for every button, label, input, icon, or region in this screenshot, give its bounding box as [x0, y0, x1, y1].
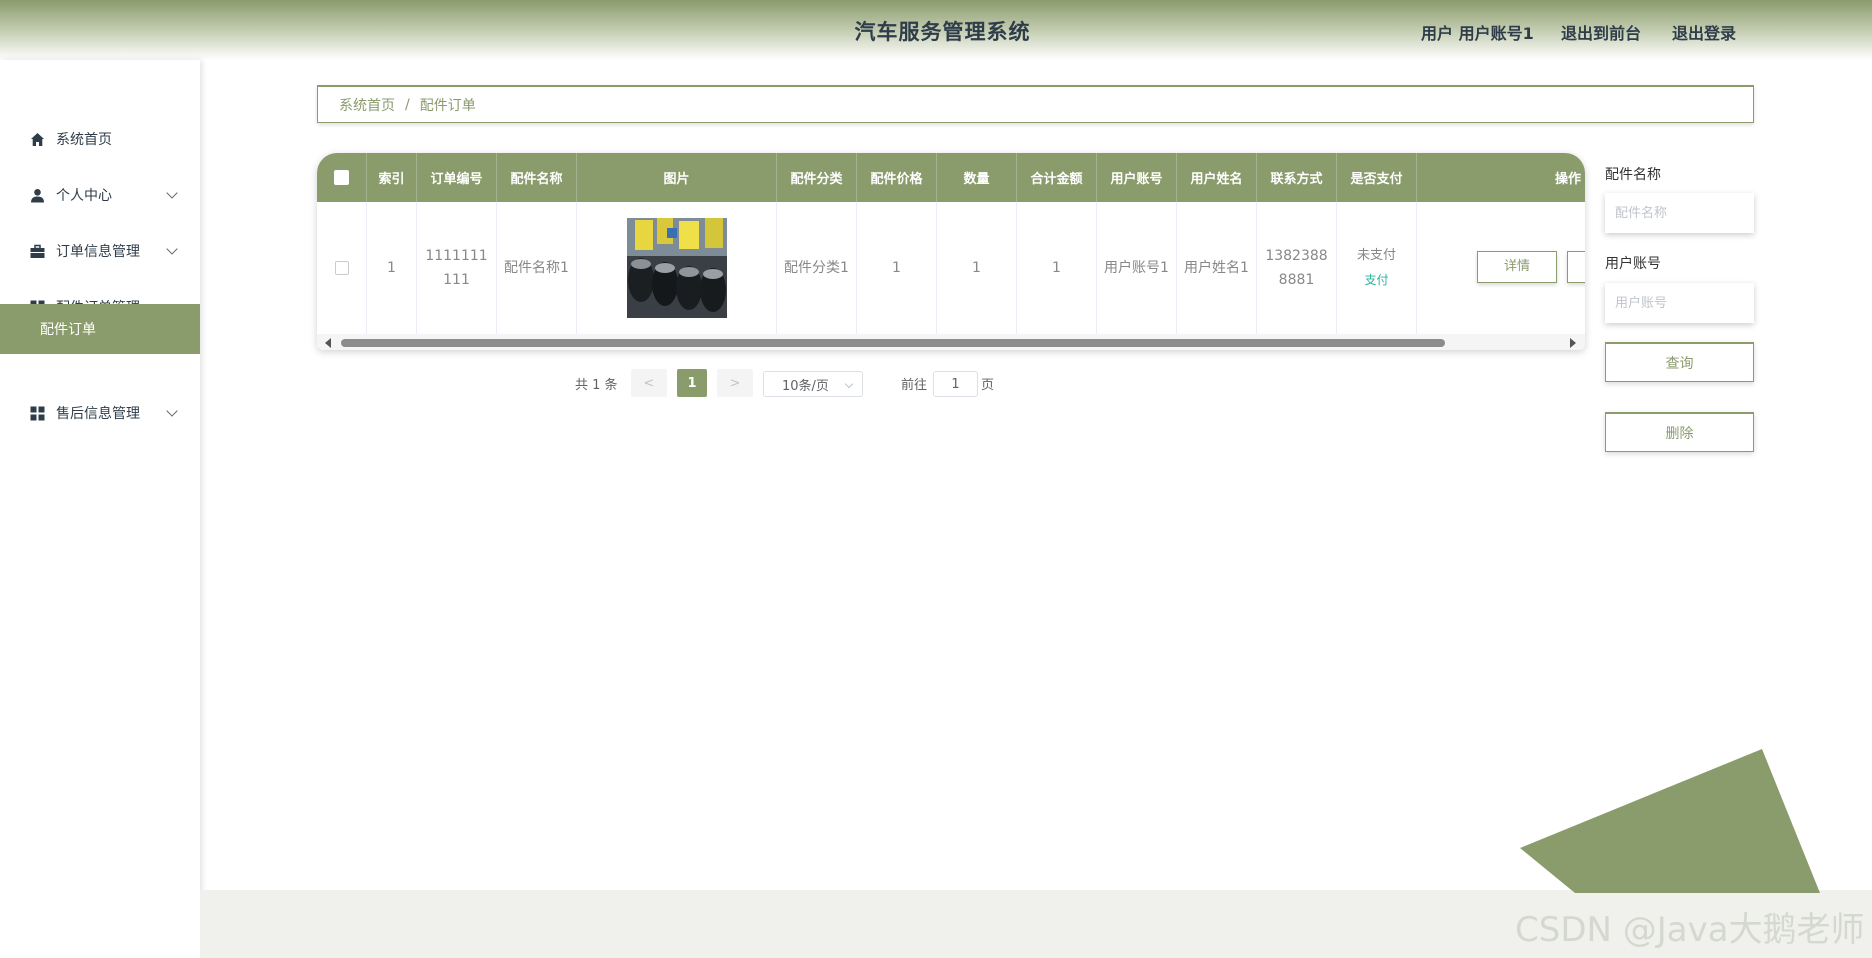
- cell-total: 1: [1017, 202, 1097, 334]
- column-header: 用户姓名: [1177, 153, 1257, 202]
- sidebar-item-label: 订单信息管理: [56, 244, 140, 260]
- column-header: 图片: [577, 153, 777, 202]
- sidebar-item-label: 售后信息管理: [56, 406, 140, 422]
- user-icon: [30, 188, 45, 203]
- exit-to-front-link[interactable]: 退出到前台: [1561, 20, 1641, 44]
- column-header: 用户账号: [1097, 153, 1177, 202]
- account-label: 用户账号: [1605, 256, 1661, 272]
- chevron-down-icon: [166, 405, 178, 417]
- column-header: 配件名称: [497, 153, 577, 202]
- sidebar-item-parts-order[interactable]: 配件订单: [0, 304, 200, 354]
- part-name-input[interactable]: [1605, 193, 1754, 233]
- cell-index: 1: [367, 202, 417, 334]
- cell-order-no: 1111111111: [417, 202, 497, 334]
- cell-quantity: 1: [937, 202, 1017, 334]
- sidebar-item-after-sales-management[interactable]: 售后信息管理: [0, 385, 200, 441]
- row-checkbox[interactable]: [334, 261, 349, 275]
- table-row: 1 1111111111 配件名称1 配件分类1 1 1 1 用户账号1 用户姓…: [317, 202, 1585, 334]
- column-header: 联系方式: [1257, 153, 1337, 202]
- decorative-shape: [1520, 749, 1820, 893]
- delete-button[interactable]: 删除: [1605, 412, 1754, 452]
- column-header: 订单编号: [417, 153, 497, 202]
- page-number-button[interactable]: 1: [677, 369, 707, 397]
- breadcrumb-home[interactable]: 系统首页: [339, 95, 395, 115]
- scroll-right-icon[interactable]: [1570, 338, 1576, 348]
- page-size-select[interactable]: 10条/页: [763, 371, 863, 397]
- sidebar-item-label: 系统首页: [56, 132, 112, 148]
- action-button-clipped[interactable]: [1567, 251, 1585, 283]
- column-header: 操作: [1554, 172, 1581, 187]
- home-icon: [30, 132, 45, 147]
- watermark: CSDN @Java大鹅老师: [1515, 910, 1865, 950]
- cell-part-name: 配件名称1: [497, 202, 577, 334]
- cell-category: 配件分类1: [777, 202, 857, 334]
- scroll-thumb[interactable]: [341, 339, 1445, 347]
- next-page-button[interactable]: >: [717, 369, 753, 397]
- data-table: 索引 订单编号 配件名称 图片 配件分类 配件价格 数量 合计金额 用户账号 用…: [317, 153, 1585, 350]
- top-header: 汽车服务管理系统 用户 用户账号1 退出到前台 退出登录: [0, 0, 1872, 60]
- column-header: 索引: [367, 153, 417, 202]
- column-header: 是否支付: [1337, 153, 1417, 202]
- sidebar: 系统首页 个人中心 订单信息管理 配件订单管理 配件订单 售后信息管理: [0, 60, 200, 958]
- user-account-link[interactable]: 用户 用户账号1: [1421, 20, 1534, 44]
- breadcrumb-separator: /: [405, 96, 410, 113]
- breadcrumb-current: 配件订单: [419, 97, 476, 114]
- account-input[interactable]: [1605, 283, 1754, 323]
- part-photo: [626, 218, 727, 318]
- sidebar-item-home[interactable]: 系统首页: [0, 111, 200, 167]
- chevron-down-icon: [166, 243, 178, 255]
- prev-page-button[interactable]: <: [631, 369, 667, 397]
- table-header: 索引 订单编号 配件名称 图片 配件分类 配件价格 数量 合计金额 用户账号 用…: [317, 153, 1585, 202]
- briefcase-icon: [30, 244, 45, 259]
- page-size-value: 10条/页: [782, 378, 829, 394]
- paid-status-text: 未支付: [1356, 248, 1396, 263]
- query-button[interactable]: 查询: [1605, 342, 1754, 382]
- select-all-cell: [317, 153, 367, 202]
- column-header: 配件分类: [777, 153, 857, 202]
- sidebar-item-label: 个人中心: [56, 188, 112, 204]
- cell-paid-status: 未支付 支付: [1337, 202, 1417, 334]
- cell-phone: 13823888881: [1257, 202, 1337, 334]
- goto-label: 前往: [901, 377, 928, 393]
- page-unit-label: 页: [981, 377, 995, 393]
- pagination-total: 共 1 条: [575, 377, 618, 393]
- column-header: 数量: [937, 153, 1017, 202]
- column-header: 配件价格: [857, 153, 937, 202]
- pay-link[interactable]: 支付: [1364, 268, 1388, 292]
- select-all-checkbox[interactable]: [334, 170, 349, 185]
- sidebar-item-order-management[interactable]: 订单信息管理: [0, 223, 200, 279]
- chevron-down-icon: [166, 187, 178, 199]
- horizontal-scrollbar[interactable]: [317, 334, 1585, 350]
- sidebar-item-label: 配件订单: [40, 322, 96, 338]
- logout-link[interactable]: 退出登录: [1672, 20, 1736, 44]
- cell-account: 用户账号1: [1097, 202, 1177, 334]
- detail-button[interactable]: 详情: [1477, 251, 1557, 283]
- chevron-down-icon: [844, 379, 854, 389]
- part-name-label: 配件名称: [1605, 167, 1661, 183]
- sidebar-item-personal-center[interactable]: 个人中心: [0, 167, 200, 223]
- scroll-left-icon[interactable]: [325, 338, 331, 348]
- goto-page-input[interactable]: [933, 371, 978, 397]
- cell-actions: 详情: [1417, 202, 1585, 334]
- cell-price: 1: [857, 202, 937, 334]
- column-header: 合计金额: [1017, 153, 1097, 202]
- grid-icon: [30, 406, 45, 421]
- cell-image: [577, 202, 777, 334]
- row-select-cell: [317, 202, 367, 334]
- cell-user-name: 用户姓名1: [1177, 202, 1257, 334]
- breadcrumb: 系统首页 / 配件订单: [317, 85, 1754, 123]
